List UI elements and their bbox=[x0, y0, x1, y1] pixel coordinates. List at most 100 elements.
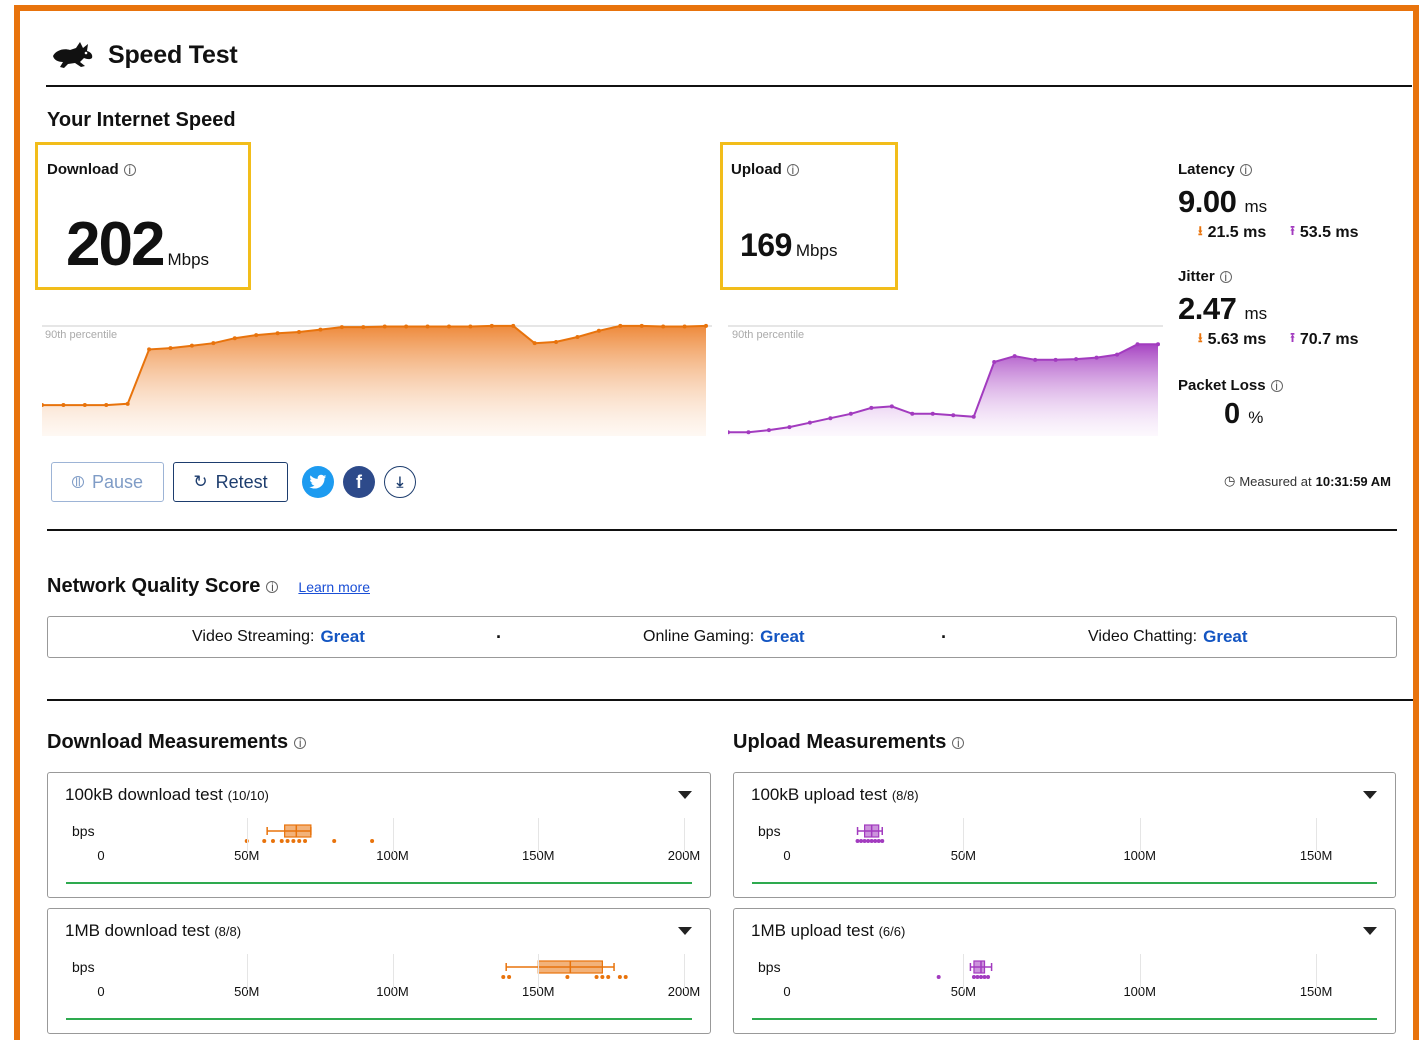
pause-icon: ll bbox=[71, 476, 84, 488]
speed-sample-point bbox=[82, 403, 87, 408]
upload-number: 169 bbox=[740, 227, 792, 263]
twitter-share-button[interactable] bbox=[302, 466, 334, 498]
learn-more-link[interactable]: Learn more bbox=[298, 579, 370, 595]
info-icon[interactable]: i bbox=[952, 736, 965, 749]
latency-label-text: Latency bbox=[1178, 161, 1235, 178]
test-count: (8/8) bbox=[214, 924, 242, 939]
tick-label: 0 bbox=[97, 984, 105, 999]
speed-sample-point bbox=[511, 323, 516, 328]
info-icon[interactable]: i bbox=[294, 736, 307, 749]
speed-sample-point bbox=[168, 346, 173, 351]
box-plot bbox=[936, 960, 993, 979]
speed-sample-point bbox=[189, 343, 194, 348]
upload-measurements-title: Upload Measurements i bbox=[733, 731, 965, 754]
nq-rating: Great bbox=[320, 627, 365, 646]
measured-time: 10:31:59 AM bbox=[1315, 473, 1391, 489]
facebook-share-button[interactable]: f bbox=[343, 466, 375, 498]
info-icon[interactable]: i bbox=[786, 163, 799, 176]
speed-sample-point bbox=[951, 413, 956, 418]
separator-dot: · bbox=[496, 626, 502, 647]
jitter-down-value: 5.63 ms bbox=[1207, 331, 1267, 348]
speed-sample-point bbox=[575, 334, 580, 339]
test-count: (8/8) bbox=[891, 788, 919, 803]
percentile-label: 90th percentile bbox=[45, 329, 117, 341]
chevron-down-icon[interactable] bbox=[1363, 791, 1377, 799]
test-name: 100kB upload test bbox=[751, 785, 888, 804]
jitter-breakdown: ⭳ 5.63 ms ⭱ 70.7 ms bbox=[1198, 329, 1398, 351]
download-results-button[interactable]: ⤓ bbox=[384, 466, 416, 498]
gridline bbox=[246, 954, 248, 990]
sample-point bbox=[291, 839, 296, 843]
jitter-unit: ms bbox=[1244, 304, 1268, 323]
app-header: Speed Test bbox=[46, 31, 1412, 87]
chevron-down-icon[interactable] bbox=[678, 791, 692, 799]
test-title: 1MB download test (8/8) bbox=[65, 921, 241, 941]
jitter-upload: ⭱ 70.7 ms bbox=[1290, 329, 1358, 351]
download-speed-chart: 90th percentile bbox=[42, 323, 712, 436]
speed-sample-point bbox=[807, 420, 812, 425]
chevron-down-icon[interactable] bbox=[1363, 927, 1377, 935]
latency-value: 9.00 ms bbox=[1178, 184, 1398, 220]
threshold-line bbox=[752, 882, 1377, 884]
pause-button[interactable]: ll Pause bbox=[51, 462, 164, 502]
sample-point bbox=[501, 975, 506, 979]
sample-point bbox=[971, 975, 976, 979]
tick-label: 0 bbox=[783, 848, 791, 863]
download-measurements-title-text: Download Measurements bbox=[47, 731, 289, 753]
sample-point bbox=[975, 975, 980, 979]
download-value: 202 Mbps bbox=[66, 209, 209, 280]
info-icon[interactable]: i bbox=[123, 163, 136, 176]
speed-sample-point bbox=[869, 405, 874, 410]
download-arrow-icon: ⭳ bbox=[1198, 330, 1203, 345]
sample-point bbox=[600, 975, 605, 979]
test-name: 1MB upload test bbox=[751, 921, 874, 940]
gridline bbox=[246, 818, 248, 854]
threshold-line bbox=[66, 1018, 692, 1020]
nq-label: Video Streaming: bbox=[192, 628, 315, 645]
speed-sample-point bbox=[930, 411, 935, 416]
sample-point bbox=[876, 839, 881, 843]
speed-sample-point bbox=[889, 404, 894, 409]
speed-sample-point bbox=[828, 416, 833, 421]
speed-sample-point bbox=[297, 330, 302, 335]
speed-sample-point bbox=[125, 401, 130, 406]
info-icon[interactable]: i bbox=[1239, 163, 1252, 176]
packet-loss-label-text: Packet Loss bbox=[1178, 377, 1266, 394]
upload-measurements-title-text: Upload Measurements bbox=[733, 731, 947, 753]
speed-sample-point bbox=[211, 341, 216, 346]
test-title: 100kB download test (10/10) bbox=[65, 785, 269, 805]
sample-point bbox=[869, 839, 874, 843]
latency-number: 9.00 bbox=[1178, 184, 1237, 219]
speed-sample-point bbox=[554, 339, 559, 344]
speed-sample-point bbox=[61, 403, 66, 408]
retest-button[interactable]: ↻ Retest bbox=[173, 462, 288, 502]
measurement-card[interactable]: 1MB download test (8/8) bps 0 50M 100M 150M 20… bbox=[47, 908, 711, 1034]
speed-sample-point bbox=[704, 323, 708, 328]
test-title: 100kB upload test (8/8) bbox=[751, 785, 919, 805]
packet-loss-value: 0 % bbox=[1224, 398, 1398, 431]
download-arrow-icon: ⭳ bbox=[1198, 223, 1203, 238]
measurement-card[interactable]: 100kB upload test (8/8) bps 0 50M 100M 150M bbox=[733, 772, 1396, 898]
speed-sample-point bbox=[468, 324, 473, 329]
measured-at: ◷ Measured at 10:31:59 AM bbox=[1224, 473, 1391, 489]
gridline bbox=[538, 818, 540, 854]
gridline bbox=[1316, 818, 1318, 854]
upload-arrow-icon: ⭱ bbox=[1290, 223, 1295, 238]
speed-sample-point bbox=[682, 324, 687, 329]
sample-point bbox=[279, 839, 284, 843]
latency-label: Latency i bbox=[1178, 161, 1398, 178]
info-icon[interactable]: i bbox=[1270, 379, 1283, 392]
nq-label: Video Chatting: bbox=[1088, 628, 1198, 645]
speed-sample-point bbox=[766, 428, 771, 433]
info-icon[interactable]: i bbox=[1219, 270, 1232, 283]
info-icon[interactable]: i bbox=[266, 580, 279, 593]
speed-sample-point bbox=[1115, 352, 1120, 357]
sample-point bbox=[880, 839, 885, 843]
gridline bbox=[1139, 954, 1141, 990]
measurement-card[interactable]: 1MB upload test (6/6) bps 0 50M 100M 150M bbox=[733, 908, 1396, 1034]
speed-test-panel: Speed Test Your Internet Speed Download … bbox=[14, 5, 1419, 1040]
chevron-down-icon[interactable] bbox=[678, 927, 692, 935]
download-label: Download i bbox=[47, 161, 136, 178]
nq-rating: Great bbox=[1203, 627, 1248, 646]
measurement-card[interactable]: 100kB download test (10/10) bps 0 50M 100M 15… bbox=[47, 772, 711, 898]
